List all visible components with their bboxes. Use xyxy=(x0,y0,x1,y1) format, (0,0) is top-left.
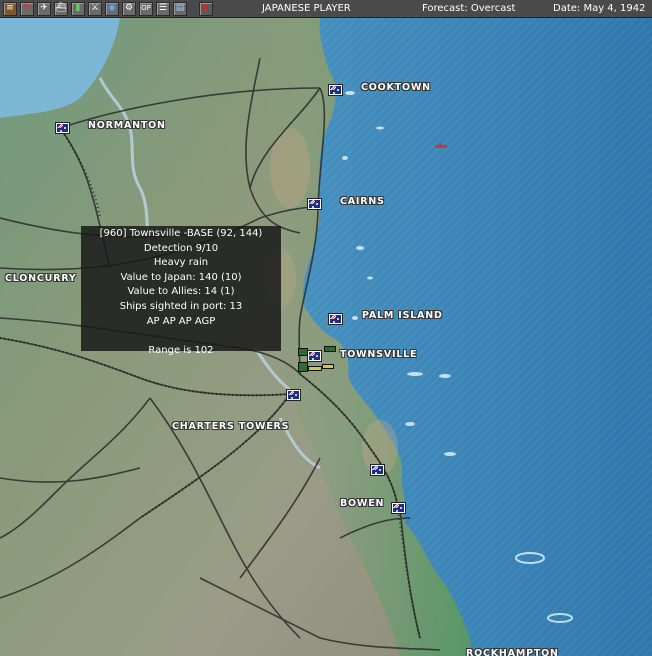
land-unit-icon[interactable] xyxy=(298,362,308,372)
tooltip-range: Range is 102 xyxy=(148,344,214,356)
place-label-cloncurry: CLONCURRY xyxy=(5,273,77,284)
bar-chart-icon[interactable]: ▮ xyxy=(71,1,85,16)
naval-unit-icon[interactable] xyxy=(298,348,308,356)
tooltip-ships-sighted: Ships sighted in port: 13 xyxy=(119,300,243,312)
toolbar: ≡ ⚑ ✈ ⛴ ▮ ⚔ ◉ ⚙ OP ☰ ▤ ▶ JAPANESE PLAYER… xyxy=(0,0,652,18)
naval-unit-icon[interactable] xyxy=(322,364,334,369)
tooltip-base-title: [960] Townsville -BASE (92, 144) xyxy=(99,228,263,239)
place-label-palm-island: PALM ISLAND xyxy=(362,310,443,321)
tooltip-value-japan: Value to Japan: 140 (10) xyxy=(120,271,242,283)
place-label-charters-towers: CHARTERS TOWERS xyxy=(172,421,290,432)
tooltip-detection: Detection 9/10 xyxy=(143,242,219,254)
naval-unit-icon[interactable] xyxy=(308,366,322,371)
report-icon[interactable]: ▤ xyxy=(173,1,187,16)
units-icon[interactable]: ⚔ xyxy=(88,1,102,16)
base-flag-normanton[interactable] xyxy=(55,122,70,134)
ship-icon[interactable]: ⛴ xyxy=(54,1,68,16)
tooltip-weather: Heavy rain xyxy=(153,257,209,269)
menu-icon[interactable]: ≡ xyxy=(3,1,17,16)
settings-icon[interactable]: ⚙ xyxy=(122,1,136,16)
naval-unit-icon[interactable] xyxy=(324,346,336,352)
hex-info-tooltip: [960] Townsville -BASE (92, 144) Detecti… xyxy=(81,226,281,356)
tooltip-ship-types: AP AP AP AGP xyxy=(146,315,216,327)
place-label-townsville: TOWNSVILLE xyxy=(340,349,418,360)
forecast-label: Forecast: Overcast xyxy=(422,3,516,14)
player-label: JAPANESE PLAYER xyxy=(262,3,351,14)
base-flag-bowen-north[interactable] xyxy=(370,464,385,476)
base-flag-charters-towers[interactable] xyxy=(286,389,301,401)
aircraft-icon[interactable]: ✈ xyxy=(37,1,51,16)
date-label: Date: May 4, 1942 xyxy=(553,3,646,14)
tooltip-spacer xyxy=(81,329,281,344)
tooltip-value-allies: Value to Allies: 14 (1) xyxy=(127,286,235,298)
base-flag-townsville[interactable] xyxy=(307,350,322,362)
end-turn-icon[interactable]: ▶ xyxy=(199,1,213,16)
flag-icon[interactable]: ⚑ xyxy=(20,1,34,16)
ops-icon[interactable]: OP xyxy=(139,1,153,16)
place-label-rockhampton: ROCKHAMPTON xyxy=(466,648,559,656)
base-flag-cooktown[interactable] xyxy=(328,84,343,96)
base-flag-cairns[interactable] xyxy=(307,198,322,210)
list-icon[interactable]: ☰ xyxy=(156,1,170,16)
base-flag-palm-island[interactable] xyxy=(328,313,343,325)
globe-icon[interactable]: ◉ xyxy=(105,1,119,16)
base-flag-bowen[interactable] xyxy=(391,502,406,514)
place-label-bowen: BOWEN xyxy=(340,498,385,509)
place-label-cairns: CAIRNS xyxy=(340,196,385,207)
place-label-cooktown: COOKTOWN xyxy=(361,82,431,93)
place-label-normanton: NORMANTON xyxy=(88,120,166,131)
